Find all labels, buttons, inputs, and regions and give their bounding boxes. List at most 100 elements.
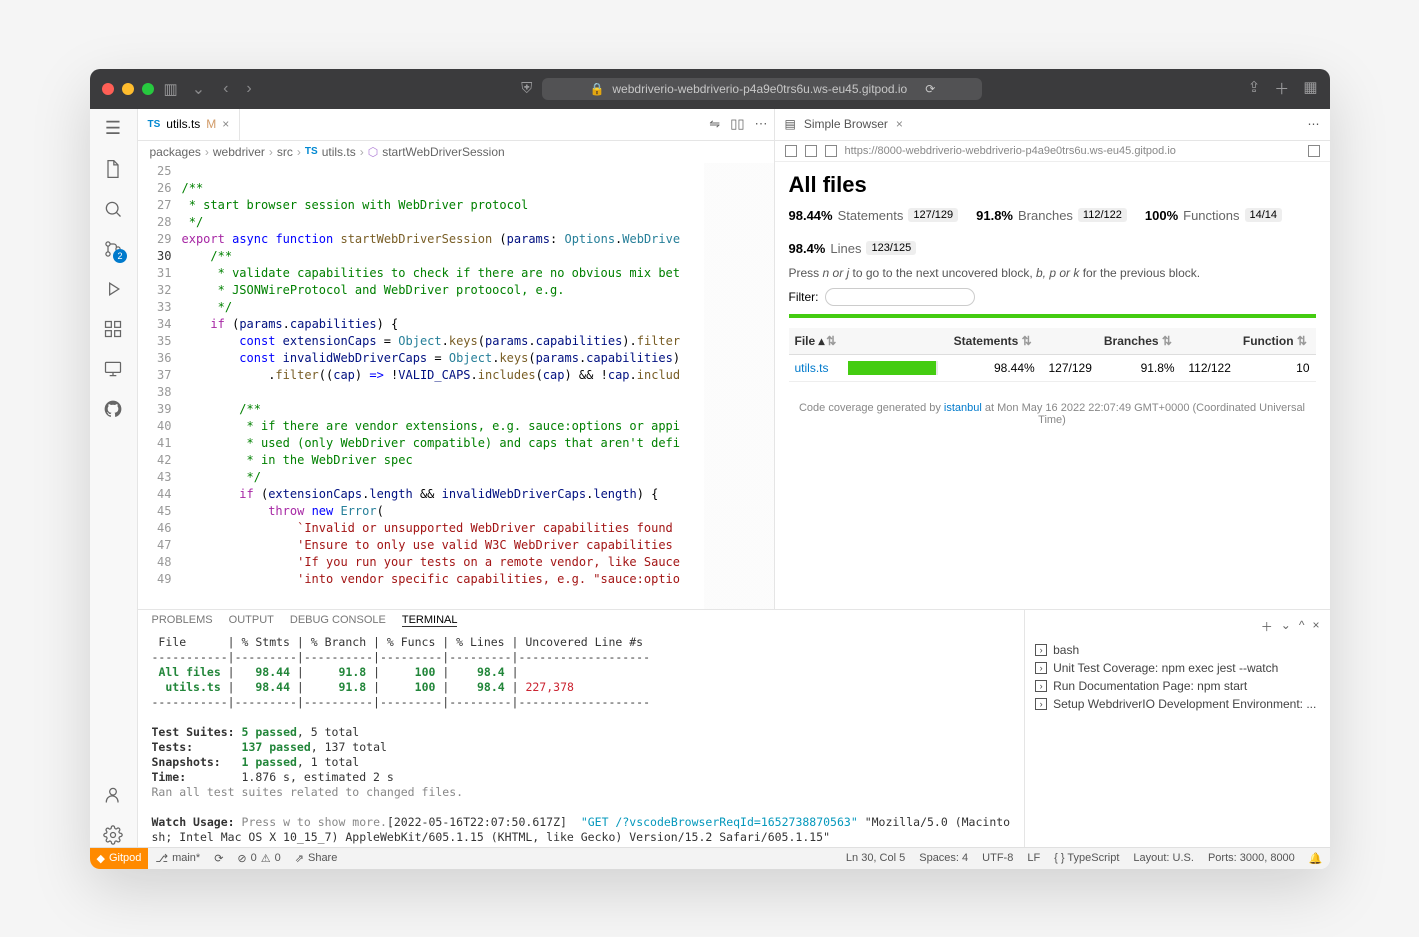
terminal-item[interactable]: › Run Documentation Page: npm start (1035, 677, 1319, 695)
settings-icon[interactable] (101, 823, 125, 847)
status-item[interactable]: Ln 30, Col 5 (839, 852, 912, 864)
close-panel-icon[interactable]: × (1312, 618, 1319, 635)
gutter: 2526272829303132333435363738394041424344… (138, 163, 182, 609)
status-problems[interactable]: ⊘ 0 ⚠ 0 (230, 848, 287, 869)
accounts-icon[interactable] (101, 783, 125, 807)
terminal-item[interactable]: › bash (1035, 641, 1319, 659)
sb-back-icon[interactable] (785, 145, 797, 157)
status-notifications[interactable]: 🔔 (1302, 848, 1330, 869)
url-text: webdriverio-webdriverio-p4a9e0trs6u.ws-e… (612, 82, 907, 96)
breadcrumbs[interactable]: packages›webdriver›src›TS utils.ts›⬡ sta… (138, 141, 774, 163)
terminal-item[interactable]: › Setup WebdriverIO Development Environm… (1035, 695, 1319, 713)
istanbul-link[interactable]: istanbul (944, 402, 982, 414)
coverage-col-header[interactable] (1041, 328, 1098, 355)
sb-reload-icon[interactable] (825, 145, 837, 157)
status-item[interactable]: LF (1020, 852, 1047, 864)
sb-forward-icon[interactable] (805, 145, 817, 157)
bottom-panel: PROBLEMS OUTPUT DEBUG CONSOLE TERMINAL File… (138, 609, 1330, 847)
coverage-col-header[interactable] (842, 328, 947, 355)
minimap[interactable] (704, 163, 774, 609)
coverage-footer: Code coverage generated by istanbul at M… (789, 402, 1316, 426)
coverage-pct-bar (848, 361, 938, 375)
coverage-col-header[interactable]: Statements ⇅ (948, 328, 1041, 355)
editor-tab-utils[interactable]: TS utils.ts M × (138, 109, 241, 140)
back-icon[interactable]: ‹ (219, 80, 232, 98)
coverage-bar (789, 314, 1316, 318)
explorer-icon[interactable] (101, 157, 125, 181)
status-item[interactable]: { } TypeScript (1047, 852, 1126, 864)
status-sync[interactable]: ⟳ (207, 848, 230, 869)
coverage-file-link[interactable]: utils.ts (795, 361, 829, 375)
status-item[interactable]: UTF-8 (975, 852, 1020, 864)
panel-tab-problems[interactable]: PROBLEMS (152, 614, 213, 627)
run-debug-icon[interactable] (101, 277, 125, 301)
nav-dropdown-icon[interactable]: ⌄ (188, 79, 209, 99)
new-tab-icon[interactable]: ＋ (1274, 78, 1289, 99)
coverage-row-utils[interactable]: utils.ts 98.44% 127/129 91.8% 112/122 10 (789, 354, 1316, 382)
more-actions-icon[interactable]: ⋯ (755, 116, 768, 132)
terminal[interactable]: File | % Stmts | % Branch | % Funcs | % … (138, 631, 1025, 847)
url-bar[interactable]: 🔒 webdriverio-webdriverio-p4a9e0trs6u.ws… (542, 78, 982, 100)
extensions-icon[interactable] (101, 317, 125, 341)
coverage-filter-input[interactable] (825, 288, 975, 306)
panel-tab-debug-console[interactable]: DEBUG CONSOLE (290, 614, 386, 627)
coverage-col-header[interactable]: Function ⇅ (1237, 328, 1316, 355)
remote-explorer-icon[interactable] (101, 357, 125, 381)
traffic-lights (102, 83, 154, 95)
status-item[interactable]: Ports: 3000, 8000 (1201, 852, 1302, 864)
shield-icon[interactable]: ⛨ (521, 80, 532, 97)
simple-browser-tab-bar: ▤ Simple Browser × ⋯ (775, 109, 1330, 141)
activity-bar: ☰ 2 (90, 109, 138, 847)
maximize-panel-icon[interactable]: ^ (1299, 618, 1305, 635)
safari-toolbar: ▥ ⌄ ‹ › ⛨ 🔒 webdriverio-webdriverio-p4a9… (90, 69, 1330, 109)
panel-tabs: PROBLEMS OUTPUT DEBUG CONSOLE TERMINAL (138, 610, 1025, 631)
close-window-icon[interactable] (102, 83, 114, 95)
simple-browser-address-bar: https://8000-webdriverio-webdriverio-p4a… (775, 141, 1330, 162)
sb-open-external-icon[interactable] (1308, 145, 1320, 157)
reload-icon[interactable]: ⟳ (925, 82, 935, 96)
simple-browser-url[interactable]: https://8000-webdriverio-webdriverio-p4a… (845, 145, 1300, 157)
status-gitpod[interactable]: ◆ Gitpod (90, 848, 149, 869)
browser-window: ▥ ⌄ ‹ › ⛨ 🔒 webdriverio-webdriverio-p4a9… (90, 69, 1330, 869)
close-tab-icon[interactable]: × (896, 117, 903, 131)
tabs-overview-icon[interactable]: ▦ (1303, 78, 1317, 99)
coverage-col-header[interactable] (1181, 328, 1237, 355)
forward-icon[interactable]: › (242, 80, 255, 98)
simple-browser-pane: ▤ Simple Browser × ⋯ https://8000-webdri… (775, 109, 1330, 609)
status-item[interactable]: Layout: U.S. (1126, 852, 1201, 864)
coverage-help: Press n or j to go to the next uncovered… (789, 266, 1316, 280)
sidebar-toggle-icon[interactable]: ▥ (164, 80, 178, 98)
status-share[interactable]: ⇗ Share (288, 848, 345, 869)
search-icon[interactable] (101, 197, 125, 221)
status-branch[interactable]: ⎇ main* (148, 848, 207, 869)
source-control-icon[interactable]: 2 (101, 237, 125, 261)
coverage-table: File ▴ ⇅ Statements ⇅ Branches ⇅ Function ⇅… (789, 328, 1316, 383)
more-actions-icon[interactable]: ⋯ (1308, 117, 1320, 131)
compare-icon[interactable]: ⇋ (709, 116, 720, 132)
preview-icon: ▤ (785, 117, 796, 131)
coverage-col-header[interactable]: Branches ⇅ (1098, 328, 1181, 355)
panel-tab-output[interactable]: OUTPUT (229, 614, 274, 627)
panel-tab-terminal[interactable]: TERMINAL (402, 614, 458, 627)
simple-browser-tab-label[interactable]: Simple Browser (804, 117, 888, 131)
share-icon[interactable]: ⇪ (1248, 78, 1261, 99)
scm-badge: 2 (113, 249, 127, 263)
lock-icon: 🔒 (589, 82, 604, 96)
code-editor-pane: TS utils.ts M × ⇋ ▯▯ ⋯ packages›we (138, 109, 775, 609)
status-item[interactable]: Spaces: 4 (912, 852, 975, 864)
ts-file-icon: TS (148, 119, 161, 130)
terminal-dropdown-icon[interactable]: ⌄ (1281, 618, 1291, 635)
split-editor-icon[interactable]: ▯▯ (730, 116, 744, 132)
code-area[interactable]: /** * start browser session with WebDriv… (182, 163, 704, 609)
minimize-window-icon[interactable] (122, 83, 134, 95)
new-terminal-icon[interactable]: ＋ (1261, 618, 1273, 635)
coverage-report: All files 98.44% Statements 127/12991.8%… (775, 162, 1330, 609)
coverage-filter: Filter: (789, 288, 1316, 306)
github-icon[interactable] (101, 397, 125, 421)
terminal-item[interactable]: › Unit Test Coverage: npm exec jest --wa… (1035, 659, 1319, 677)
maximize-window-icon[interactable] (142, 83, 154, 95)
vscode: ☰ 2 TS (90, 109, 1330, 869)
coverage-col-header[interactable]: File ▴ ⇅ (789, 328, 843, 355)
close-tab-icon[interactable]: × (222, 117, 229, 131)
menu-icon[interactable]: ☰ (101, 117, 125, 141)
